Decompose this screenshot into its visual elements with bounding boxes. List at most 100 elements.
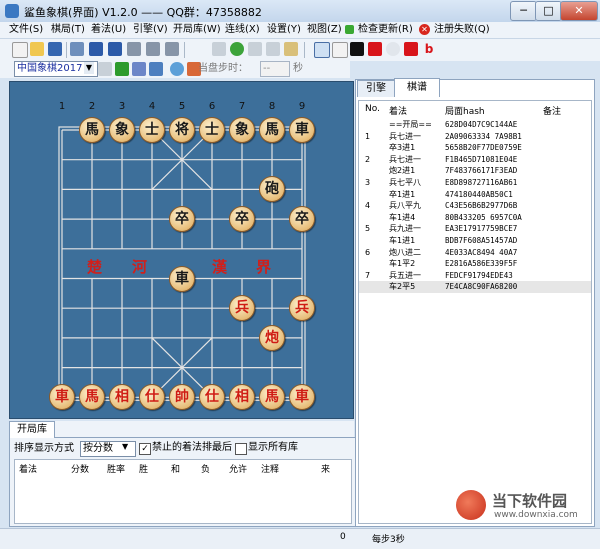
last-move-icon[interactable] (165, 42, 179, 56)
record-no: 3 (365, 178, 371, 187)
red-piece[interactable]: 兵 (229, 295, 255, 322)
menu-check-update[interactable]: 检查更新(R) (356, 22, 415, 38)
chevron-down-icon[interactable]: ▼ (84, 62, 94, 74)
record-hash: F1B465D71081E04E (445, 154, 518, 164)
menu-view[interactable]: 视图(Z) (305, 22, 344, 38)
tab-opening-book[interactable]: 开局库 (9, 421, 55, 438)
menu-settings[interactable]: 设置(Y) (265, 22, 303, 38)
move-record-list[interactable]: No. 着法 局面hash 备注 ==开局== 628D04D7C9C144AE 1… (358, 100, 592, 524)
black-piece[interactable]: 将 (169, 117, 195, 143)
record-row[interactable]: 3 兵七平八 E8D898727116AB61 (359, 177, 591, 189)
red-color-icon[interactable] (368, 42, 382, 56)
record-row[interactable]: 1 兵七进一 2A09063334 7A98B1 (359, 131, 591, 143)
black-piece[interactable]: 象 (109, 117, 135, 143)
record-hash: 628D04D7C9C144AE (445, 120, 518, 129)
record-row[interactable]: 2 兵七进一 F1B465D71081E04E (359, 154, 591, 166)
menu-moves[interactable]: 着法(U) (89, 22, 128, 38)
update-icon (345, 25, 354, 34)
record-hash: 7E4CA8C90FA68200 (445, 282, 518, 292)
secondary-toolbar: 中国象棋2017 ▼ 当盘步时： -- 秒 (0, 60, 350, 78)
record-row[interactable]: 卒3进1 5658B20F77DE0759E (359, 142, 591, 154)
black-color-icon[interactable] (350, 42, 364, 56)
open-folder-icon[interactable] (30, 42, 44, 56)
black-piece[interactable]: 象 (229, 117, 255, 143)
black-piece[interactable]: 士 (139, 117, 165, 143)
chevron-down-icon[interactable]: ▼ (122, 442, 128, 451)
red-piece[interactable]: 炮 (259, 324, 285, 351)
refresh-icon[interactable] (230, 42, 244, 56)
record-row[interactable]: 车1进4 80B433205 6957C0A (359, 212, 591, 224)
copy-icon[interactable] (248, 42, 262, 56)
black-piece[interactable]: 卒 (169, 206, 195, 233)
opening-book-table[interactable]: 着法 分数 胜率 胜 和 负 允许 注释 来 (14, 459, 352, 524)
black-piece[interactable]: 卒 (229, 206, 255, 233)
record-row[interactable]: 7 兵五进一 FEDCF91794EDE43 (359, 270, 591, 282)
maximize-button[interactable]: □ (535, 1, 562, 21)
show-all-label: 显示所有库 (248, 442, 298, 453)
menu-register-failed[interactable]: 注册失败(Q) (432, 22, 492, 38)
watermark: 当下软件园 www.downxia.com (456, 488, 592, 528)
fast-forward-icon[interactable] (146, 42, 160, 56)
record-row[interactable]: 车1进1 BDB7F608A51457AD (359, 235, 591, 247)
minimize-button[interactable]: ─ (510, 1, 537, 21)
show-all-checkbox[interactable] (235, 443, 247, 455)
chess-board[interactable]: 123456789 楚 河 漢 界 馬象士将士象馬車砲卒卒卒車兵兵炮車馬相仕帥仕… (9, 81, 354, 419)
black-piece[interactable]: 馬 (79, 117, 105, 143)
record-row[interactable]: 炮2进1 7F483766171F3EAD (359, 165, 591, 177)
paste-icon[interactable] (266, 42, 280, 56)
record-row[interactable]: 5 兵九进一 EA3E17917759BCE7 (359, 223, 591, 235)
step-back-icon[interactable] (108, 42, 122, 56)
close-button[interactable]: ✕ (560, 1, 598, 21)
record-row[interactable]: 车2平5 7E4CA8C90FA68200 (359, 281, 591, 293)
col-score: 分数 (71, 465, 90, 475)
first-move-icon[interactable] (70, 42, 84, 56)
step-forward-icon[interactable] (127, 42, 141, 56)
header-no: No. (365, 104, 380, 114)
red-piece[interactable]: 兵 (289, 295, 315, 322)
black-piece[interactable]: 車 (289, 117, 315, 143)
menu-game[interactable]: 棋局(T) (49, 22, 87, 38)
brush-icon[interactable] (149, 62, 163, 76)
panel-view-icon[interactable] (332, 42, 348, 58)
record-row[interactable]: 车1平2 E2816A586E339F5F (359, 258, 591, 270)
menu-engine[interactable]: 引擎(V) (131, 22, 170, 38)
bold-b-icon[interactable]: b (422, 42, 436, 56)
record-move: 兵七进一 (389, 131, 421, 141)
fast-back-icon[interactable] (89, 42, 103, 56)
step-time-input[interactable]: -- (260, 61, 290, 77)
add-icon[interactable] (115, 62, 129, 76)
menu-file[interactable]: 文件(S) (7, 22, 45, 38)
menu-opening-book[interactable]: 开局库(W) (171, 22, 223, 38)
river-text-jie: 界 (256, 258, 272, 276)
page-icon[interactable] (98, 62, 112, 76)
error-icon: ✕ (419, 24, 430, 35)
edit-board-icon[interactable] (212, 42, 226, 56)
user-icon[interactable] (170, 62, 184, 76)
header-move: 着法 (389, 107, 408, 117)
col-winrate: 胜率 (107, 465, 126, 475)
layout-view-icon[interactable] (314, 42, 330, 58)
black-piece[interactable]: 士 (199, 117, 225, 143)
search-icon[interactable] (386, 42, 400, 56)
record-row[interactable]: 4 兵八平九 C43E56B6B2977D6B (359, 200, 591, 212)
record-row[interactable]: 卒1进1 474180440AB50C1 (359, 189, 591, 201)
menu-connect[interactable]: 连线(X) (223, 22, 262, 38)
forbid-last-checkbox[interactable]: ✓ (139, 443, 151, 455)
tab-record[interactable]: 棋谱 (394, 78, 440, 97)
black-piece[interactable]: 車 (169, 265, 195, 292)
record-row[interactable]: 6 炮八进二 4E033AC8494 40A7 (359, 247, 591, 259)
column-number: 5 (178, 101, 186, 112)
pin-icon[interactable] (404, 42, 418, 56)
record-move: 兵八平九 (389, 201, 421, 211)
record-move: 车2平5 (389, 282, 416, 292)
black-piece[interactable]: 卒 (289, 206, 315, 233)
new-file-icon[interactable] (12, 42, 28, 58)
record-hash: 5658B20F77DE0759E (445, 143, 522, 153)
sort-mode-label: 排序显示方式 (14, 443, 74, 454)
clipboard-icon[interactable] (284, 42, 298, 56)
pencil-icon[interactable] (132, 62, 146, 76)
black-piece[interactable]: 馬 (259, 117, 285, 143)
save-icon[interactable] (48, 42, 62, 56)
tab-engine[interactable]: 引擎 (357, 80, 395, 97)
record-row[interactable]: ==开局== 628D04D7C9C144AE (359, 119, 591, 131)
